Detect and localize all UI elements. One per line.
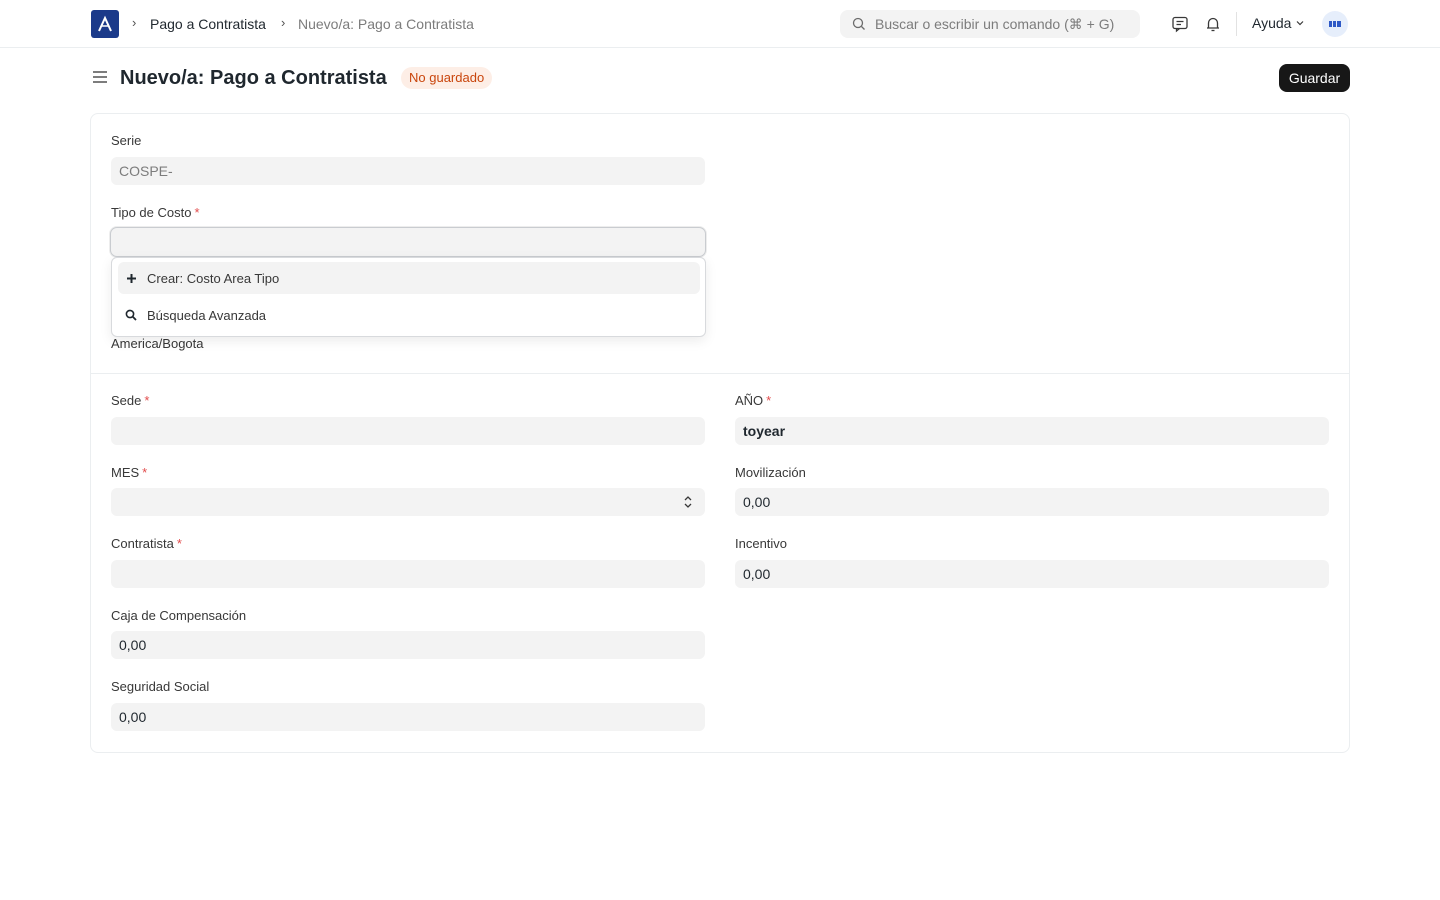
advanced-search-option[interactable]: Búsqueda Avanzada (118, 299, 700, 331)
form-card: Serie COSPE- Tipo de Costo * America/Bogo… (90, 113, 1350, 753)
breadcrumb-current[interactable]: Nuevo/a: Pago a Contratista (298, 15, 474, 33)
anio-label: AÑO * (735, 393, 771, 409)
seguridad-input[interactable]: 0,00 (111, 703, 705, 731)
tipo-costo-label-text: Tipo de Costo (111, 205, 192, 220)
search-input[interactable]: Buscar o escribir un comando (⌘ + G) (875, 16, 1114, 33)
incentivo-input[interactable]: 0,00 (735, 560, 1329, 588)
save-button[interactable]: Guardar (1279, 64, 1350, 92)
mes-select[interactable] (111, 488, 705, 516)
chat-icon[interactable] (1170, 14, 1190, 34)
create-option-label: Crear: Costo Area Tipo (147, 270, 280, 286)
incentivo-label: Incentivo (735, 536, 788, 551)
tipo-costo-input[interactable] (111, 228, 705, 256)
contratista-input[interactable] (111, 560, 705, 588)
chevron-down-icon (1297, 21, 1304, 26)
bell-icon[interactable] (1203, 14, 1223, 34)
search-icon (125, 309, 137, 321)
create-option[interactable]: Crear: Costo Area Tipo (118, 262, 700, 294)
movilizacion-label: Movilización (735, 465, 806, 480)
seguridad-label: Seguridad Social (111, 679, 210, 694)
advanced-search-label: Búsqueda Avanzada (147, 307, 267, 323)
navbar: › Pago a Contratista › Nuevo/a: Pago a C… (0, 0, 1440, 48)
serie-field[interactable]: COSPE- (111, 157, 705, 185)
help-menu[interactable]: Ayuda (1252, 15, 1305, 31)
required-marker: * (194, 205, 200, 220)
select-arrows-icon (684, 496, 692, 508)
chevron-right-icon: › (132, 15, 137, 30)
sidebar-toggle-icon[interactable] (91, 68, 109, 86)
search-bar[interactable]: Buscar o escribir un comando (⌘ + G) (840, 10, 1140, 38)
help-label: Ayuda (1252, 15, 1292, 31)
navbar-divider (1236, 12, 1237, 36)
required-marker: * (766, 393, 772, 408)
sede-input[interactable] (111, 417, 705, 445)
page-header: Nuevo/a: Pago a Contratista No guardado … (0, 48, 1440, 108)
plus-icon (125, 272, 137, 284)
required-marker: * (176, 536, 182, 551)
chevron-right-icon: › (281, 15, 286, 30)
awesomplete-dropdown: Crear: Costo Area Tipo Búsqueda Avanzada (111, 257, 706, 337)
serie-label: Serie (111, 133, 142, 148)
status-badge: No guardado (401, 67, 493, 89)
caja-input[interactable]: 0,00 (111, 631, 705, 659)
required-marker: * (142, 465, 148, 480)
search-icon (852, 17, 865, 30)
user-initials-icon (1329, 21, 1341, 27)
sede-label: Sede * (111, 393, 149, 409)
required-marker: * (144, 393, 150, 408)
sede-label-text: Sede (111, 393, 142, 408)
caja-label: Caja de Compensación (111, 608, 247, 623)
timezone-text: America/Bogota (111, 336, 204, 351)
anio-input[interactable]: toyear (735, 417, 1329, 445)
mes-label-text: MES (111, 465, 140, 480)
anio-label-text: AÑO (735, 393, 764, 408)
tipo-costo-label: Tipo de Costo * (111, 205, 200, 221)
section-divider (91, 373, 1349, 374)
contratista-label: Contratista * (111, 536, 182, 552)
movilizacion-input[interactable]: 0,00 (735, 488, 1329, 516)
logo-icon (98, 15, 112, 32)
mes-label: MES * (111, 465, 147, 481)
contratista-label-text: Contratista (111, 536, 174, 551)
app-logo[interactable] (91, 10, 119, 38)
avatar[interactable] (1322, 11, 1348, 37)
breadcrumb-doctype[interactable]: Pago a Contratista (150, 15, 266, 33)
page-title: Nuevo/a: Pago a Contratista (120, 67, 387, 89)
